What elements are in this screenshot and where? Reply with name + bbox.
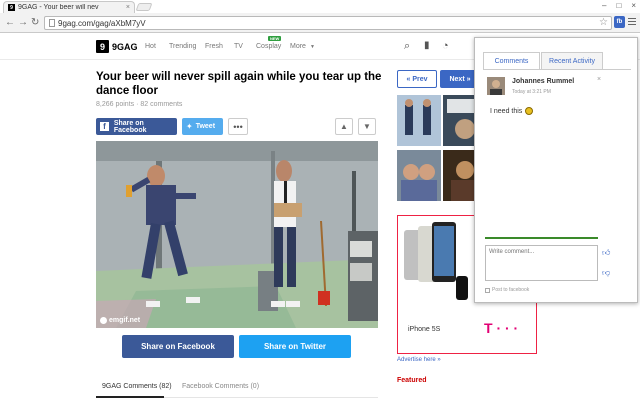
nav-more[interactable]: More	[290, 43, 306, 50]
popup-tabs-divider	[483, 69, 631, 70]
address-bar[interactable]: 9gag.com/gag/aXbM7yV ☆	[44, 16, 612, 30]
new-tab-button[interactable]	[135, 3, 153, 11]
comment-input[interactable]	[485, 245, 598, 281]
browser-menu-icon[interactable]	[628, 18, 636, 27]
watermark-icon	[100, 317, 107, 324]
tab-title: 9GAG - Your beer will nev	[18, 4, 99, 11]
page-icon	[49, 19, 55, 27]
comment-body: I need this	[490, 107, 534, 115]
related-thumbnail[interactable]	[397, 150, 441, 201]
ad-brand-logo: T · · ·	[484, 320, 519, 336]
chevron-down-icon[interactable]: ▼	[310, 44, 315, 50]
featured-heading: Featured	[397, 377, 427, 384]
related-thumbnail[interactable]	[397, 95, 441, 146]
comment-time: Today at 3:21 PM	[512, 89, 551, 95]
tweet-label: Tweet	[195, 123, 216, 130]
comment-author[interactable]: Johannes Rummel	[512, 78, 574, 85]
tab-9gag-comments[interactable]: 9GAG Comments (82)	[102, 383, 172, 390]
browser-toolbar: ← → ↻ 9gag.com/gag/aXbM7yV ☆ fb	[0, 13, 640, 33]
comment-popup: Comments Recent Activity Johannes Rummel…	[474, 37, 638, 303]
facebook-icon: f	[100, 122, 109, 131]
nav-cosplay[interactable]: Cosplay	[256, 43, 281, 50]
gif-watermark: emgif.net	[100, 317, 140, 324]
logo-icon[interactable]: 9	[96, 40, 109, 53]
logo-text[interactable]: 9GAG	[112, 42, 138, 52]
prev-button[interactable]: « Prev	[397, 70, 437, 88]
browser-tab[interactable]: 9 9GAG - Your beer will nev ×	[3, 1, 135, 13]
post-meta: 8,266 points · 82 comments	[96, 101, 182, 108]
url-text: 9gag.com/gag/aXbM7yV	[58, 18, 146, 28]
comment-divider	[485, 237, 598, 239]
thumbs-down-icon[interactable]: 👎︎	[602, 268, 610, 278]
tweet-button[interactable]: ✦ Tweet	[182, 118, 223, 135]
minimize-icon[interactable]: –	[602, 1, 606, 10]
emoji-icon	[525, 107, 534, 115]
nav-hot[interactable]: Hot	[145, 43, 156, 50]
watermark-text: emgif.net	[109, 317, 141, 324]
post-comments-count[interactable]: 82 comments	[140, 101, 182, 108]
post-to-facebook-checkbox[interactable]: Post to facebook	[485, 287, 529, 293]
checkbox-box[interactable]	[485, 287, 490, 293]
browser-tabstrip: 9 9GAG - Your beer will nev × – □ ×	[0, 0, 640, 13]
upvote-button[interactable]: ▲	[335, 118, 353, 135]
notification-icon[interactable]: ◔	[442, 40, 449, 52]
active-tab-underline	[96, 396, 164, 398]
gif-scene	[96, 141, 378, 328]
tab-facebook-comments[interactable]: Facebook Comments (0)	[182, 383, 259, 390]
reload-icon[interactable]: ↻	[31, 17, 39, 28]
maximize-icon[interactable]: □	[616, 1, 621, 10]
post-points[interactable]: 8,266 points	[96, 101, 134, 108]
nav-trending[interactable]: Trending	[169, 43, 196, 50]
tab-close-icon[interactable]: ×	[126, 4, 130, 11]
window-controls: – □ ×	[602, 1, 636, 10]
avatar[interactable]	[487, 77, 505, 95]
share-twitter-large-button[interactable]: Share on Twitter	[239, 335, 351, 358]
thumbs-up-icon[interactable]: 👍︎	[602, 248, 610, 258]
extension-button[interactable]: fb	[614, 16, 625, 28]
thumbnail-image	[397, 150, 441, 201]
share-facebook-large-button[interactable]: Share on Facebook	[122, 335, 234, 358]
thumbnail-image	[397, 95, 441, 146]
bookmark-star-icon[interactable]: ☆	[599, 17, 608, 28]
share-facebook-label: Share on Facebook	[113, 119, 147, 134]
back-icon[interactable]: ←	[5, 17, 15, 28]
comment-text: I need this	[490, 107, 523, 115]
ad-phone-label: iPhone 5S	[408, 326, 441, 333]
nav-tv[interactable]: TV	[234, 43, 243, 50]
tab-favicon: 9	[8, 4, 15, 11]
close-window-icon[interactable]: ×	[631, 1, 636, 10]
share-facebook-button[interactable]: f Share on Facebook	[96, 118, 177, 135]
tab-comments[interactable]: Comments	[483, 52, 540, 69]
close-icon[interactable]: ×	[597, 76, 601, 83]
post-gif[interactable]: emgif.net	[96, 141, 378, 328]
downvote-button[interactable]: ▼	[358, 118, 376, 135]
advertise-link[interactable]: Advertise here »	[397, 357, 441, 363]
search-icon[interactable]: ⌕	[404, 40, 410, 53]
new-badge: NEW	[268, 36, 282, 41]
bell-icon[interactable]: ▮	[424, 40, 430, 51]
post-title: Your beer will never spill again while y…	[96, 71, 382, 97]
more-options-button[interactable]: •••	[228, 118, 248, 135]
nav-fresh[interactable]: Fresh	[205, 43, 223, 50]
avatar-image	[487, 77, 505, 95]
tab-recent-activity[interactable]: Recent Activity	[541, 52, 603, 69]
forward-icon[interactable]: →	[18, 17, 28, 28]
twitter-bird-icon: ✦	[186, 122, 193, 131]
post-to-facebook-label: Post to facebook	[492, 287, 530, 293]
